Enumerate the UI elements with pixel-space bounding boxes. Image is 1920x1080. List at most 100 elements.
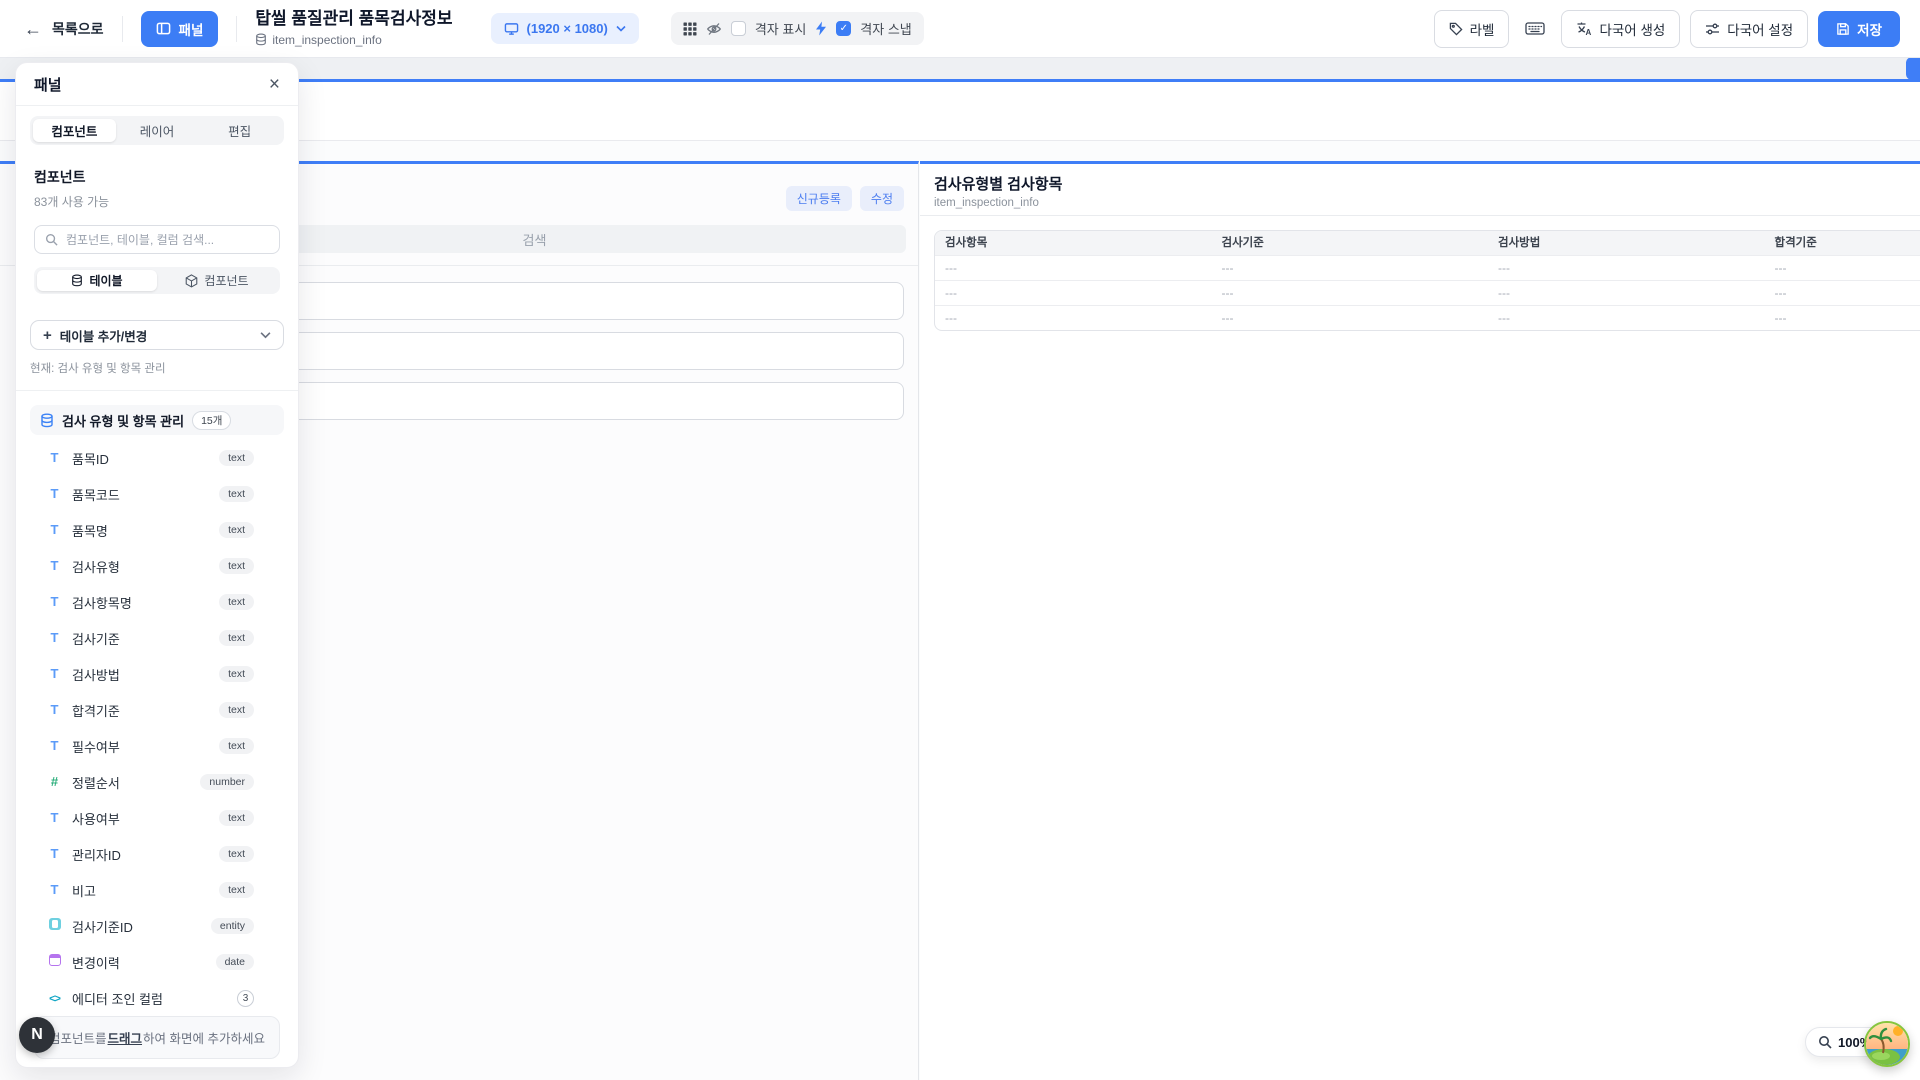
resolution-select[interactable]: (1920 × 1080)	[491, 13, 639, 44]
search-icon	[45, 233, 58, 246]
field-row[interactable]: T품목명text	[16, 512, 298, 548]
field-row[interactable]: #정렬순서number	[16, 764, 298, 800]
field-label: 비고	[72, 881, 209, 900]
label-button-text: 라벨	[1470, 19, 1495, 39]
field-text-icon: T	[47, 449, 62, 467]
grid-snap-label: 격자 스냅	[860, 19, 911, 38]
field-row[interactable]: T품목IDtext	[16, 440, 298, 476]
flash-icon[interactable]	[815, 21, 827, 36]
label-button[interactable]: 라벨	[1434, 10, 1510, 48]
field-type-badge: entity	[211, 918, 254, 934]
selection-handle[interactable]	[1906, 57, 1920, 80]
panel-toggle-button[interactable]: 패널	[141, 11, 219, 47]
side-panel: 패널 × 컴포넌트레이어편집 컴포넌트 83개 사용 가능	[15, 62, 299, 1068]
component-toggle-button[interactable]: 컴포넌트	[157, 270, 277, 291]
field-row[interactable]: <>에디터 조인 컬럼3	[16, 980, 298, 1008]
search-bar-label: 검색	[523, 230, 547, 249]
action-badges: 신규등록 수정	[786, 186, 904, 211]
back-arrow-icon: ←	[24, 20, 42, 38]
panel-header: 패널 ×	[16, 63, 298, 106]
divider	[236, 16, 237, 42]
monitor-icon	[504, 22, 519, 36]
field-label: 필수여부	[72, 737, 209, 756]
field-text-icon: T	[47, 845, 62, 863]
table-body: ------------------------------------	[935, 255, 1920, 330]
field-row[interactable]: 변경이력date	[16, 944, 298, 980]
component-search-input[interactable]	[66, 233, 269, 247]
table-row[interactable]: ------------	[935, 255, 1920, 280]
field-label: 사용여부	[72, 809, 209, 828]
table-cell: ---	[1488, 256, 1765, 280]
table-toggle-button[interactable]: 테이블	[37, 270, 157, 291]
translate-icon: A	[1576, 21, 1592, 36]
field-label: 품목코드	[72, 485, 209, 504]
action-badge-1[interactable]: 수정	[860, 186, 904, 211]
field-row[interactable]: T 필수여부 text	[16, 728, 298, 764]
divider	[122, 16, 123, 42]
table-cell: ---	[935, 256, 1212, 280]
field-row[interactable]: T검사유형text	[16, 548, 298, 584]
field-row[interactable]: T검사방법text	[16, 656, 298, 692]
field-text-icon: T	[47, 665, 62, 683]
drag-hint-bold: 드래그	[108, 1028, 143, 1047]
field-row[interactable]: T검사항목명text	[16, 584, 298, 620]
field-type-badge: text	[219, 522, 254, 538]
field-row[interactable]: T품목코드text	[16, 476, 298, 512]
eye-off-icon[interactable]	[706, 22, 722, 36]
keyboard-button[interactable]	[1519, 17, 1551, 40]
drag-hint: 컴포넌트를 드래그하여 화면에 추가하세요	[34, 1016, 280, 1059]
island-badge[interactable]	[1864, 1021, 1910, 1067]
back-label: 목록으로	[52, 19, 104, 39]
magnifier-icon	[1818, 1035, 1832, 1049]
table-header-cell: 합격기준	[1765, 231, 1920, 255]
field-row[interactable]: T합격기준text	[16, 692, 298, 728]
table-group-row[interactable]: 검사 유형 및 항목 관리 15개	[30, 405, 284, 435]
field-type-badge: text	[219, 738, 254, 754]
field-text-icon: T	[47, 557, 62, 575]
field-text-icon: T	[47, 809, 62, 827]
tag-icon	[1449, 22, 1463, 36]
field-row[interactable]: T검사기준text	[16, 620, 298, 656]
i18n-settings-button[interactable]: 다국어 설정	[1690, 10, 1808, 48]
i18n-generate-button[interactable]: A 다국어 생성	[1561, 10, 1680, 48]
field-text-icon: T	[47, 881, 62, 899]
back-button[interactable]: ← 목록으로	[24, 19, 104, 39]
cube-icon	[185, 274, 198, 288]
svg-text:A: A	[1586, 28, 1592, 36]
add-table-dropdown[interactable]: + 테이블 추가/변경	[30, 320, 284, 350]
field-label: 품목ID	[72, 449, 209, 468]
table-row[interactable]: ------------	[935, 305, 1920, 330]
brand-badge[interactable]: N	[19, 1017, 55, 1053]
table-cell: ---	[935, 281, 1212, 305]
tab-2[interactable]: 편집	[198, 119, 281, 142]
group-count-badge: 15개	[192, 411, 231, 430]
field-row[interactable]: T관리자IDtext	[16, 836, 298, 872]
save-button[interactable]: 저장	[1818, 11, 1900, 47]
field-row[interactable]: T비고text	[16, 872, 298, 908]
database-icon	[40, 413, 54, 428]
grid-icon[interactable]	[683, 22, 697, 36]
field-text-icon: T	[47, 737, 62, 755]
field-type-badge: text	[219, 666, 254, 682]
field-text-icon: T	[47, 521, 62, 539]
grid-snap-checkbox[interactable]: ✓	[836, 21, 851, 36]
field-row[interactable]: 검사기준IDentity	[16, 908, 298, 944]
table-group-name: 검사 유형 및 항목 관리	[62, 411, 184, 430]
field-type-badge: text	[219, 594, 254, 610]
field-type-badge: text	[219, 702, 254, 718]
close-icon[interactable]: ×	[269, 75, 280, 94]
field-label: 합격기준	[72, 701, 209, 720]
action-badge-0[interactable]: 신규등록	[786, 186, 852, 211]
field-text-icon: T	[47, 485, 62, 503]
field-row[interactable]: T사용여부text	[16, 800, 298, 836]
grid-show-checkbox[interactable]	[731, 21, 746, 36]
table-cell: ---	[1488, 306, 1765, 330]
panel-icon	[156, 21, 171, 36]
divider	[16, 390, 298, 391]
field-number-icon: #	[47, 773, 62, 791]
tab-0[interactable]: 컴포넌트	[33, 119, 116, 142]
tab-1[interactable]: 레이어	[116, 119, 199, 142]
table-row[interactable]: ------------	[935, 280, 1920, 305]
field-label: 검사항목명	[72, 593, 209, 612]
plus-icon: +	[43, 327, 52, 344]
